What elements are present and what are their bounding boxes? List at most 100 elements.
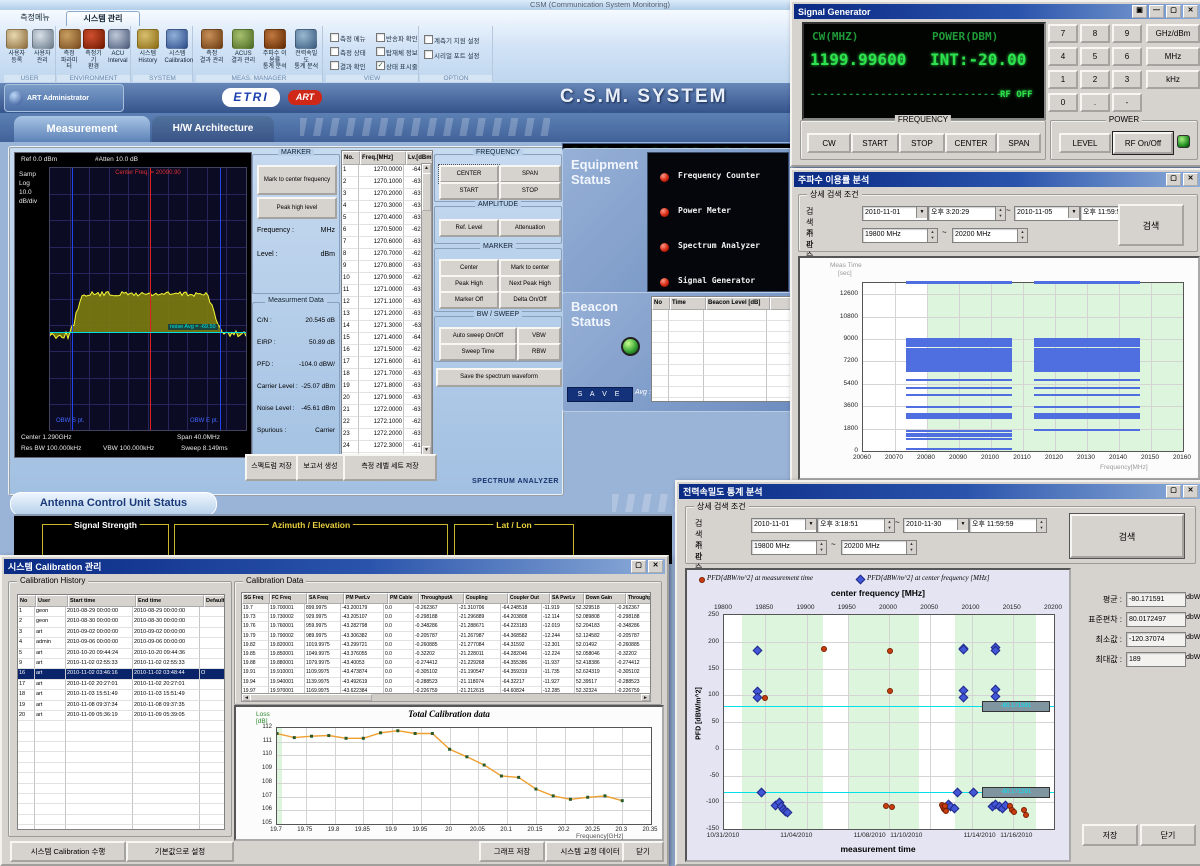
column-header[interactable] <box>770 297 791 310</box>
column-header[interactable]: Coupler Out <box>508 593 550 604</box>
sa-bw-button[interactable]: Sweep Time <box>439 343 517 361</box>
column-header[interactable]: No. <box>342 151 360 165</box>
column-header[interactable]: Down Gain <box>584 593 626 604</box>
table-row[interactable]: 171271.6000-61.14 <box>342 357 432 369</box>
sa-freq-button[interactable]: START <box>439 182 499 200</box>
ribbon-item[interactable]: 전력속밀도 통계 분석 <box>293 29 321 71</box>
column-header[interactable]: End time <box>136 595 204 607</box>
keypad-4[interactable]: 4 <box>1048 47 1078 66</box>
sg-start-button[interactable]: START <box>851 133 899 153</box>
table-row[interactable] <box>18 825 224 830</box>
view-checkbox[interactable] <box>376 47 385 56</box>
keypad-6[interactable]: 6 <box>1112 47 1142 66</box>
time-from-spinner[interactable]: 오후 3:18:51▲▼ <box>817 518 895 533</box>
sa-marker-button[interactable]: Delta On/Off <box>499 291 561 309</box>
sa-amp-button[interactable]: Attenuation <box>499 219 561 237</box>
calib-data-hscrollbar[interactable]: ◄ ► <box>241 693 651 702</box>
table-row[interactable]: 19.9419.9400011139.9975-43.4926190.0-0.2… <box>242 678 650 687</box>
table-row[interactable] <box>18 721 224 731</box>
table-row[interactable]: 2geon2010-08-30 00:00:002010-08-30 00:00… <box>18 617 224 627</box>
table-row[interactable]: 31270.2000-63.83 <box>342 189 432 201</box>
save-level-set-button[interactable]: 측정 레벨 세트 저장 <box>343 454 437 481</box>
sa-freq-button[interactable]: STOP <box>499 182 561 200</box>
table-row[interactable]: 91270.8000-63.57 <box>342 261 432 273</box>
stat-value-field[interactable]: 80.0172497 <box>1126 612 1186 627</box>
table-row[interactable]: 201271.9000-63.16 <box>342 393 432 405</box>
keypad-8[interactable]: 8 <box>1080 24 1110 43</box>
keypad-7[interactable]: 7 <box>1048 24 1078 43</box>
table-row[interactable]: 61270.5000-62.68 <box>342 225 432 237</box>
keypad-1[interactable]: 1 <box>1048 70 1078 89</box>
keypad-3[interactable]: 3 <box>1112 70 1142 89</box>
signal-generator-titlebar[interactable]: Signal Generator ▣ — ▢ ✕ <box>794 4 1200 19</box>
column-header[interactable]: Beacon Level [dB] <box>706 297 770 310</box>
freq-from-spinner[interactable]: 19800 MHz▲▼ <box>862 228 938 243</box>
table-row[interactable]: 4admin2010-09-06 00:00:002010-09-06 00:0… <box>18 638 224 648</box>
option-checkbox[interactable] <box>424 35 433 44</box>
ribbon-tab-2[interactable]: 시스템 관리 <box>66 11 140 26</box>
table-row[interactable]: 101270.9000-62.70 <box>342 273 432 285</box>
column-header[interactable]: No <box>18 595 36 607</box>
table-row[interactable]: 19.9119.9100011109.9975-43.4738740.0-0.3… <box>242 668 650 677</box>
ribbon-item[interactable]: 시스템 Calibration <box>165 29 191 64</box>
table-row[interactable] <box>652 376 790 387</box>
table-row[interactable] <box>652 321 790 332</box>
table-row[interactable]: 19.7319.730002929.9975-43.2051070.0-0.29… <box>242 613 650 622</box>
date-to-picker[interactable]: 2010-11-05▼ <box>1014 206 1080 221</box>
minimize-button[interactable]: — <box>1149 5 1164 18</box>
table-row[interactable]: 11270.0000-64.22 <box>342 165 432 177</box>
table-row[interactable] <box>18 773 224 783</box>
sa-marker-button[interactable]: Marker Off <box>439 291 499 309</box>
view-checkbox[interactable] <box>330 33 339 42</box>
table-row[interactable] <box>652 310 790 321</box>
pin-button[interactable]: ▣ <box>1132 5 1147 18</box>
column-header[interactable]: Coupling <box>464 593 508 604</box>
table-row[interactable]: 18art2010-11-03 15:51:492010-11-03 15:51… <box>18 690 224 700</box>
time-to-spinner[interactable]: 오후 11:59:59▲▼ <box>969 518 1047 533</box>
calib-right-button[interactable]: 그래프 저장 <box>479 841 545 862</box>
date-to-picker[interactable]: 2010-11-30▼ <box>903 518 969 533</box>
column-header[interactable]: Default <box>204 595 225 607</box>
table-row[interactable]: 161271.5000-62.26 <box>342 345 432 357</box>
table-row[interactable]: 16art2010-11-02 03:46:162010-11-02 03:48… <box>18 669 224 679</box>
date-from-picker[interactable]: 2010-11-01▼ <box>862 206 928 221</box>
column-header[interactable]: User <box>36 595 68 607</box>
unit-key-mhz[interactable]: MHz <box>1146 47 1200 66</box>
pd-close-button[interactable]: 닫기 <box>1140 824 1196 846</box>
calib-left-button[interactable]: 시스템 Calibration 수행 <box>10 841 126 862</box>
ribbon-item[interactable]: ACUS 결과 관리 <box>230 29 258 64</box>
table-row[interactable]: 19.8819.8800011079.9975-43.400530.0-0.27… <box>242 659 650 668</box>
keypad-5[interactable]: 5 <box>1080 47 1110 66</box>
stat-value-field[interactable]: -120.37074 <box>1126 632 1186 647</box>
ribbon-item[interactable]: 사용자 관리 <box>32 29 54 64</box>
dropdown-arrow-icon[interactable]: ▼ <box>805 519 816 530</box>
spinner-arrows[interactable]: ▲▼ <box>1036 519 1046 532</box>
column-header[interactable]: Start time <box>68 595 136 607</box>
view-checkbox[interactable] <box>330 47 339 56</box>
close-button[interactable]: ✕ <box>1183 5 1198 18</box>
spinner-arrows[interactable]: ▲▼ <box>884 519 894 532</box>
table-row[interactable]: 20art2010-11-09 05:36:192010-11-09 05:39… <box>18 711 224 721</box>
stat-value-field[interactable]: 189 <box>1126 652 1186 667</box>
stat-value-field[interactable]: -80.171591 <box>1126 592 1186 607</box>
view-checkbox[interactable] <box>330 61 339 70</box>
table-row[interactable] <box>18 763 224 773</box>
unit-key-ghz-dbm[interactable]: GHz/dBm <box>1146 24 1200 43</box>
close-button[interactable]: ✕ <box>648 560 663 573</box>
spinner-arrows[interactable]: ▲▼ <box>995 207 1005 220</box>
column-header[interactable]: FC Freq <box>270 593 307 604</box>
keypad-2[interactable]: 2 <box>1080 70 1110 89</box>
rf-onoff-button[interactable]: RF On/Off <box>1113 132 1173 154</box>
level-button[interactable]: LEVEL <box>1059 133 1111 153</box>
table-row[interactable] <box>18 794 224 804</box>
sa-bw-button[interactable]: RBW <box>517 343 561 361</box>
sg-stop-button[interactable]: STOP <box>899 133 945 153</box>
sg-span-button[interactable]: SPAN <box>997 133 1041 153</box>
column-header[interactable]: No <box>652 297 670 310</box>
table-row[interactable]: 231272.2000-63.62 <box>342 429 432 441</box>
table-row[interactable]: 71270.6000-63.30 <box>342 237 432 249</box>
spinner-arrows[interactable]: ▲▼ <box>816 541 826 554</box>
column-header[interactable]: ThroughputB <box>626 593 651 604</box>
table-row[interactable]: 241272.3000-61.90 <box>342 441 432 453</box>
sa-amp-button[interactable]: Ref. Level <box>439 219 499 237</box>
